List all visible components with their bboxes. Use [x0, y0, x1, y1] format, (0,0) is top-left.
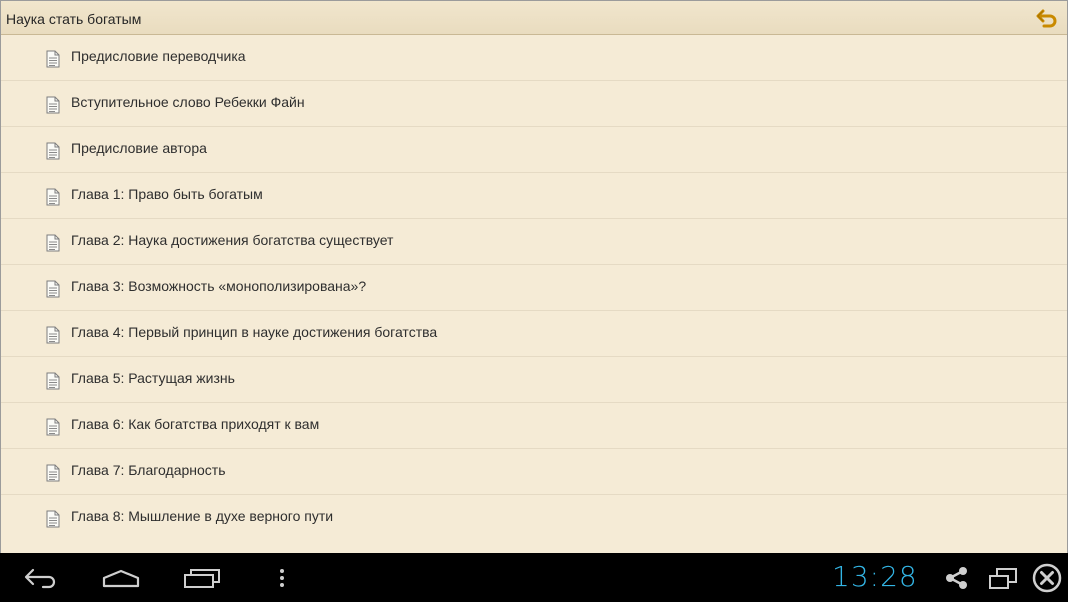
nav-recent-apps-button[interactable] [180, 553, 224, 602]
document-icon [46, 372, 60, 390]
chapter-title: Предисловие автора [71, 140, 207, 156]
chapter-list-item[interactable]: Глава 5: Растущая жизнь [1, 357, 1067, 403]
nav-menu-button[interactable] [272, 553, 292, 602]
chapter-title: Вступительное слово Ребекки Файн [71, 94, 305, 110]
chapter-title: Глава 1: Право быть богатым [71, 186, 263, 202]
share-icon [946, 566, 967, 589]
app-window: Наука стать богатым Предисловие переводч… [0, 0, 1068, 553]
close-icon [1032, 563, 1062, 592]
chapter-list-item[interactable]: Глава 3: Возможность «монополизирована»? [1, 265, 1067, 311]
document-icon [46, 510, 60, 528]
chapter-list-item[interactable]: Глава 2: Наука достижения богатства суще… [1, 219, 1067, 265]
chapter-title: Глава 3: Возможность «монополизирована»? [71, 278, 367, 294]
chapter-list-item[interactable]: Предисловие переводчика [1, 35, 1067, 81]
window-button[interactable] [986, 553, 1020, 602]
chapter-title: Глава 6: Как богатства приходят к вам [71, 416, 320, 432]
share-button[interactable] [940, 553, 974, 602]
chapter-title: Глава 4: Первый принцип в науке достижен… [71, 324, 438, 340]
recent-apps-icon [184, 568, 220, 588]
chapter-list: Предисловие переводчика Вступительное сло… [1, 35, 1067, 541]
chapter-title: Глава 7: Благодарность [71, 462, 226, 478]
document-icon [46, 464, 60, 482]
back-button[interactable] [1035, 7, 1059, 31]
chapter-title: Глава 2: Наука достижения богатства суще… [71, 232, 394, 248]
nav-back-button[interactable] [20, 553, 62, 602]
document-icon [46, 418, 60, 436]
chapter-list-item[interactable]: Глава 6: Как богатства приходят к вам [1, 403, 1067, 449]
close-button[interactable] [1030, 553, 1064, 602]
back-icon [24, 568, 56, 588]
chapter-list-item[interactable]: Глава 7: Благодарность [1, 449, 1067, 495]
chapter-title: Глава 5: Растущая жизнь [71, 370, 235, 386]
document-icon [46, 234, 60, 252]
chapter-title: Предисловие переводчика [71, 48, 246, 64]
document-icon [46, 142, 60, 160]
page-title: Наука стать богатым [6, 11, 142, 27]
chapter-list-item[interactable]: Вступительное слово Ребекки Файн [1, 81, 1067, 127]
document-icon [46, 326, 60, 344]
nav-home-button[interactable] [100, 553, 142, 602]
menu-icon [280, 568, 284, 587]
chapter-list-item[interactable]: Глава 1: Право быть богатым [1, 173, 1067, 219]
title-bar: Наука стать богатым [1, 1, 1067, 35]
document-icon [46, 96, 60, 114]
chapter-title: Глава 8: Мышление в духе верного пути [71, 508, 334, 524]
status-clock: 13:28 [832, 560, 918, 593]
chapter-list-item[interactable]: Глава 8: Мышление в духе верного пути [1, 495, 1067, 541]
chapter-list-item[interactable]: Предисловие автора [1, 127, 1067, 173]
home-icon [102, 569, 140, 587]
window-icon [989, 567, 1017, 589]
chapter-list-item[interactable]: Глава 4: Первый принцип в науке достижен… [1, 311, 1067, 357]
document-icon [46, 50, 60, 68]
document-icon [46, 280, 60, 298]
document-icon [46, 188, 60, 206]
undo-arrow-icon [1036, 9, 1057, 28]
